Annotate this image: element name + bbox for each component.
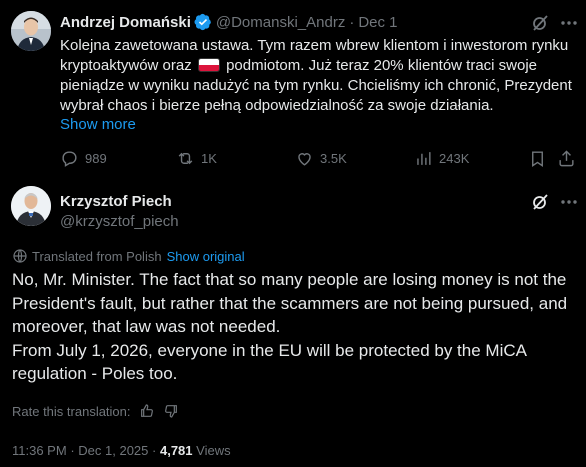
separator-dot: · bbox=[152, 443, 157, 458]
show-original-link[interactable]: Show original bbox=[167, 249, 245, 264]
separator-dot: · bbox=[349, 13, 355, 31]
thumbs-up-icon[interactable] bbox=[139, 403, 155, 419]
separator-dot: · bbox=[70, 443, 75, 458]
repost-count: 1K bbox=[201, 150, 217, 166]
thumbs-down-icon[interactable] bbox=[163, 403, 179, 419]
post-text: No, Mr. Minister. The fact that so many … bbox=[12, 268, 578, 386]
share-button[interactable] bbox=[557, 146, 582, 170]
views-count: 4,781 bbox=[159, 443, 193, 458]
views-button[interactable]: 243K bbox=[414, 146, 469, 170]
rate-translation: Rate this translation: bbox=[12, 403, 179, 419]
repost-icon bbox=[178, 152, 193, 164]
reply-button[interactable]: 989 bbox=[60, 146, 107, 170]
more-options-icon[interactable] bbox=[559, 13, 579, 33]
post-date[interactable]: Dec 1, 2025 bbox=[78, 443, 148, 458]
bookmark-button[interactable] bbox=[528, 146, 553, 170]
post-text: Kolejna zawetowana ustawa. Tym razem wbr… bbox=[60, 36, 580, 116]
verified-badge-icon bbox=[194, 13, 212, 31]
post-header: Andrzej Domański @Domanski_Andrz · Dec 1 bbox=[60, 12, 398, 32]
translated-label: Translated from Polish bbox=[32, 248, 162, 264]
share-icon bbox=[559, 149, 574, 166]
bookmark-icon bbox=[532, 150, 543, 167]
reply-count: 989 bbox=[85, 150, 107, 166]
author-avatar[interactable] bbox=[11, 11, 51, 51]
author-handle[interactable]: @Domanski_Andrz bbox=[216, 14, 345, 31]
post-paragraph: From July 1, 2026, everyone in the EU wi… bbox=[12, 340, 527, 384]
main-post: Krzysztof Piech @krzysztof_piech Transla… bbox=[0, 175, 586, 467]
more-options-icon[interactable] bbox=[559, 192, 579, 212]
views-label: Views bbox=[196, 443, 231, 458]
post-paragraph: No, Mr. Minister. The fact that so many … bbox=[12, 270, 568, 336]
author-name[interactable]: Krzysztof Piech bbox=[60, 193, 172, 210]
grok-icon[interactable] bbox=[530, 13, 550, 33]
post-meta: 11:36 PM · Dec 1, 2025 · 4,781 Views bbox=[12, 443, 231, 458]
like-button[interactable]: 3.5K bbox=[295, 146, 347, 170]
views-chart-icon bbox=[417, 151, 431, 165]
show-more-link[interactable]: Show more bbox=[60, 116, 136, 133]
repost-button[interactable]: 1K bbox=[176, 146, 217, 170]
post-actions: 989 1K 3.5K 243K bbox=[60, 146, 580, 170]
views-count: 243K bbox=[439, 150, 470, 166]
like-count: 3.5K bbox=[320, 150, 347, 166]
author-handle[interactable]: @krzysztof_piech bbox=[60, 213, 179, 230]
translation-notice: Translated from Polish Show original bbox=[12, 248, 245, 264]
poland-flag-icon bbox=[197, 58, 220, 72]
heart-icon bbox=[298, 152, 311, 166]
parent-post[interactable]: Andrzej Domański @Domanski_Andrz · Dec 1… bbox=[0, 0, 586, 175]
post-date[interactable]: Dec 1 bbox=[358, 14, 397, 31]
author-avatar[interactable] bbox=[11, 186, 51, 226]
author-name[interactable]: Andrzej Domański bbox=[60, 14, 191, 31]
rate-label: Rate this translation: bbox=[12, 403, 131, 419]
grok-icon[interactable] bbox=[530, 192, 550, 212]
reply-icon bbox=[62, 150, 77, 167]
post-time[interactable]: 11:36 PM bbox=[12, 443, 67, 458]
globe-icon bbox=[13, 249, 27, 263]
